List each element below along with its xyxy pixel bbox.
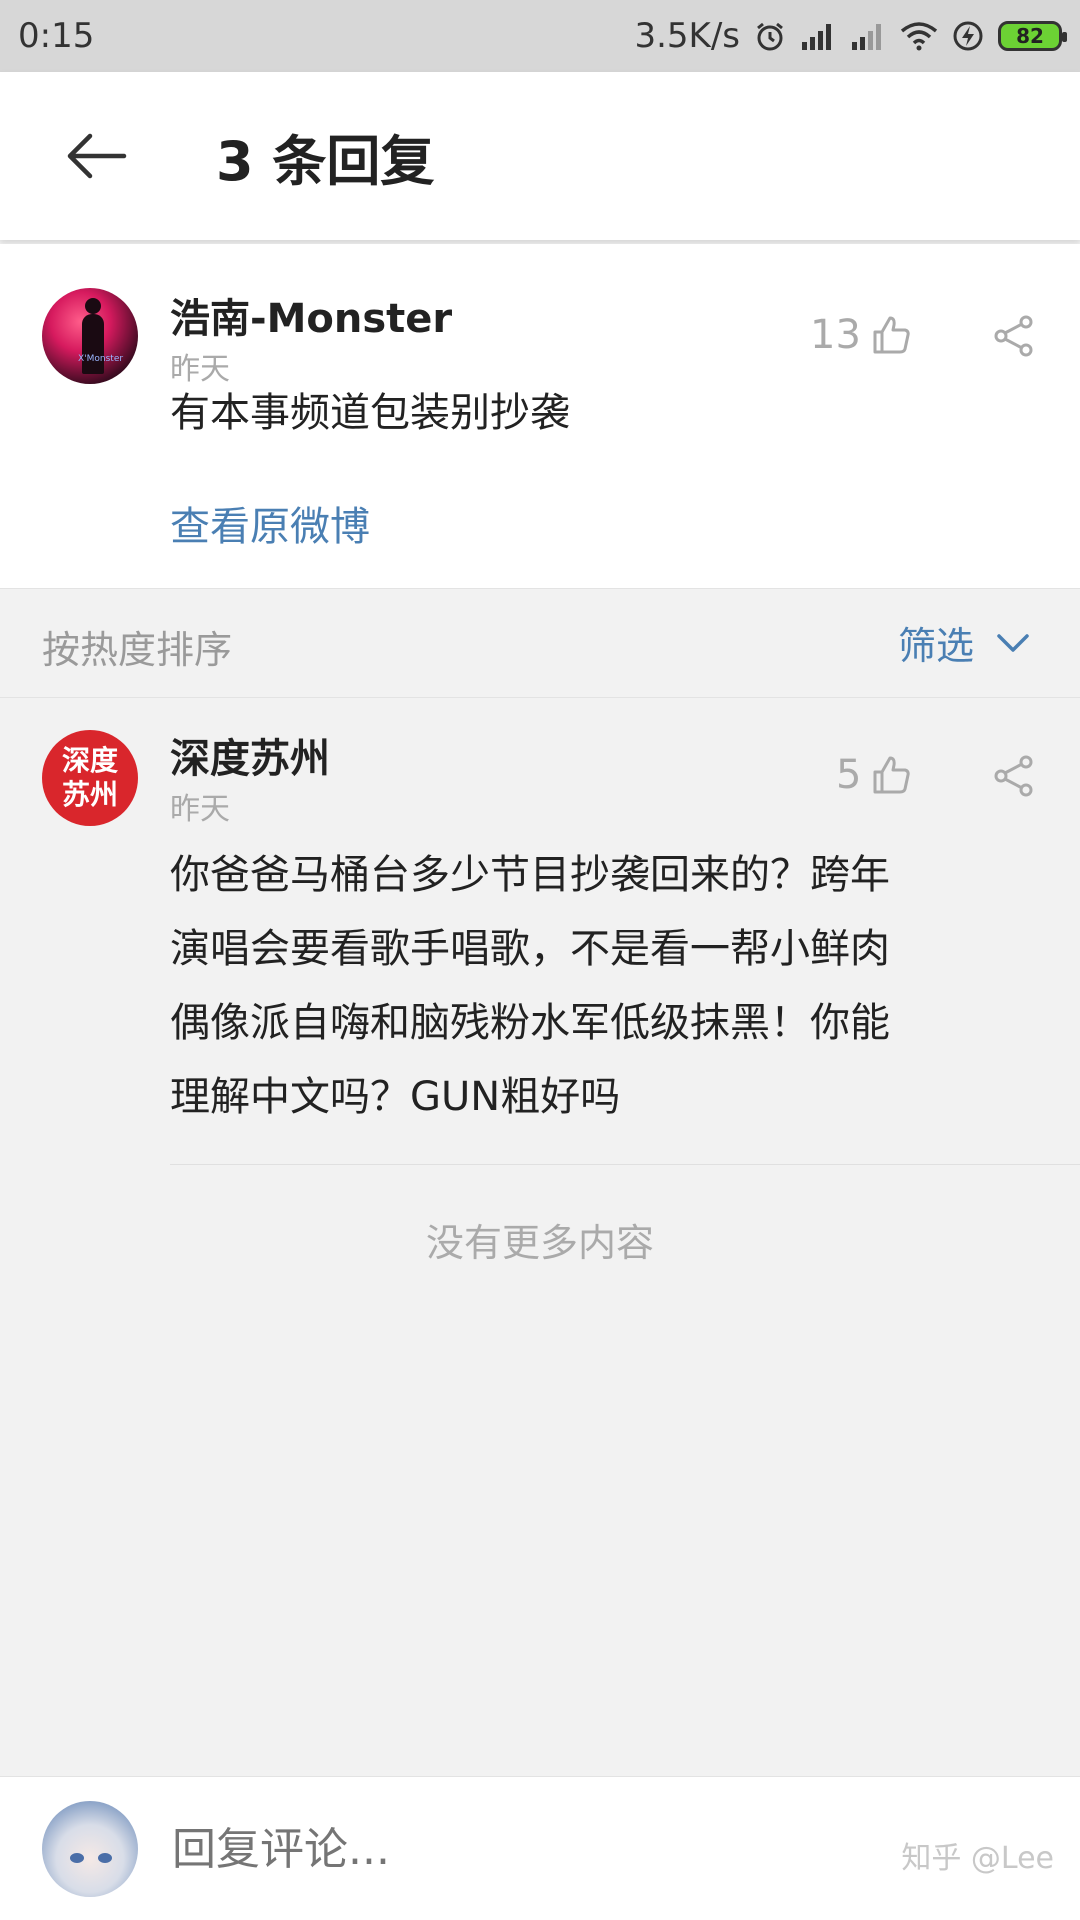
charging-icon [952, 20, 984, 52]
filter-button[interactable]: 筛选 [898, 615, 1030, 670]
filter-label: 筛选 [897, 624, 974, 668]
net-speed: 3.5K/s [634, 16, 740, 56]
avatar-text-line: 深度 [61, 744, 118, 777]
watermark: 知乎 @Lee [901, 1841, 1054, 1876]
reply-item: 深度 苏州 深度苏州 昨天 5 你爸爸马桶台多少节目抄袭回来的？跨年 演唱会要看… [0, 700, 1080, 1166]
comment-line: 偶像派自嗨和脑残粉水军低级抹黑！你能 [170, 1000, 890, 1046]
wifi-icon [900, 21, 938, 51]
avatar-figure [82, 298, 104, 374]
comment-line: 理解中文吗？GUN粗好吗 [170, 1074, 621, 1120]
comment-text: 你爸爸马桶台多少节目抄袭回来的？跨年 演唱会要看歌手唱歌，不是看一帮小鲜肉 偶像… [170, 838, 1050, 1134]
app-bar: 3 条回复 [0, 72, 1080, 240]
share-icon[interactable] [992, 314, 1036, 358]
author-name[interactable]: 深度苏州 [170, 726, 330, 784]
like-count: 5 [836, 752, 862, 798]
like-button[interactable]: 5 [836, 752, 913, 798]
signal-weak-icon [850, 22, 886, 50]
reply-input[interactable] [170, 1815, 870, 1883]
main-comment: X'Monster 浩南-Monster 昨天 13 有本事频道包装别抄袭 查看… [0, 244, 1080, 588]
thumbs-up-icon [873, 756, 911, 794]
back-button[interactable] [36, 96, 156, 216]
end-of-list-text: 没有更多内容 [425, 1221, 654, 1265]
avatar[interactable]: 深度 苏州 [42, 730, 138, 826]
sort-label[interactable]: 按热度排序 [42, 619, 232, 674]
status-bar: 0:15 3.5K/s 82 [0, 0, 1080, 72]
comment-time: 昨天 [170, 792, 230, 827]
avatar[interactable] [42, 1801, 138, 1897]
author-name[interactable]: 浩南-Monster [170, 286, 452, 344]
avatar-tag: X'Monster [78, 354, 124, 364]
alarm-icon [754, 20, 786, 52]
comment-line: 你爸爸马桶台多少节目抄袭回来的？跨年 [170, 852, 890, 898]
bottom-reply-bar: 知乎 @Lee [0, 1776, 1080, 1920]
battery-icon: 82 [998, 21, 1067, 51]
divider [170, 1164, 1080, 1165]
share-icon[interactable] [992, 754, 1036, 798]
like-count: 13 [810, 312, 861, 358]
status-icons: 3.5K/s 82 [634, 16, 1067, 56]
status-time: 0:15 [18, 16, 95, 56]
avatar[interactable]: X'Monster [42, 288, 138, 384]
avatar-eye [70, 1853, 84, 1863]
signal-icon [800, 22, 836, 50]
thumbs-up-icon [873, 316, 910, 354]
avatar-text-line: 苏州 [61, 778, 118, 811]
page-title: 3 条回复 [216, 129, 435, 193]
avatar-eye [98, 1853, 112, 1863]
sort-bar: 按热度排序 筛选 [0, 588, 1080, 698]
view-original-link[interactable]: 查看原微博 [170, 494, 370, 552]
back-arrow-icon [67, 133, 127, 179]
chevron-down-icon [997, 633, 1029, 652]
like-button[interactable]: 13 [810, 312, 913, 358]
avatar-label: 深度 苏州 [62, 744, 118, 812]
comment-text: 有本事频道包装别抄袭 [170, 390, 570, 436]
comment-line: 演唱会要看歌手唱歌，不是看一帮小鲜肉 [170, 926, 890, 972]
